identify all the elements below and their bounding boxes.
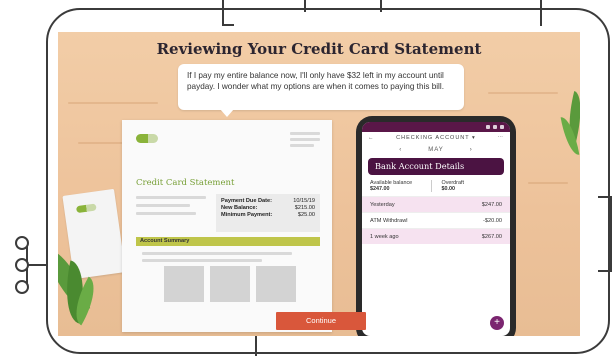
due-row: Payment Due Date: 10/15/19 <box>221 198 315 205</box>
address-line <box>290 132 320 135</box>
due-row: Minimum Payment: $25.00 <box>221 212 315 219</box>
text-line <box>136 204 190 207</box>
transaction-label: 1 week ago <box>370 233 399 240</box>
month-selector: ‹ MAY › <box>362 144 510 156</box>
app-bar: ← CHECKING ACCOUNT ▾ ⋯ <box>362 132 510 144</box>
balance-summary: Available balance $247.00 Overdraft $0.0… <box>362 175 510 196</box>
transaction-label: ATM Withdrawl <box>370 217 408 224</box>
wood-grain <box>528 182 568 184</box>
chevron-left-icon[interactable]: ‹ <box>399 147 402 153</box>
thought-bubble: If I pay my entire balance now, I'll onl… <box>178 64 464 117</box>
due-value: 10/15/19 <box>293 198 315 204</box>
frame-connector <box>255 336 257 356</box>
lesson-slide: Reviewing Your Credit Card Statement If … <box>58 32 580 336</box>
thumbnail-image <box>210 266 250 302</box>
more-menu-icon[interactable]: ⋯ <box>497 135 504 141</box>
text-line <box>136 196 206 199</box>
frame-connector <box>540 0 542 26</box>
frame-node <box>15 280 29 294</box>
wood-grain <box>68 102 158 104</box>
text-line <box>142 259 262 262</box>
due-label: New Balance: <box>221 205 258 212</box>
overdraft: Overdraft $0.00 <box>430 180 503 192</box>
address-line <box>290 144 314 147</box>
credit-card-statement: Credit Card Statement Payment Due Date: … <box>122 120 332 332</box>
due-row: New Balance: $215.00 <box>221 205 315 212</box>
transaction-amount: $247.00 <box>481 201 502 208</box>
transaction-amount: $267.00 <box>481 233 502 240</box>
frame-connector <box>222 0 224 26</box>
frame-node <box>15 236 29 250</box>
transaction-amount: -$20.00 <box>483 217 502 224</box>
transaction-label: Yesterday <box>370 201 395 208</box>
frame-connector <box>380 0 382 12</box>
overdraft-value: $0.00 <box>441 186 456 192</box>
frame-connector <box>222 24 234 26</box>
thumbnail-image <box>164 266 204 302</box>
frame-connector <box>598 270 612 272</box>
chevron-right-icon[interactable]: › <box>470 147 473 153</box>
transaction-row[interactable]: Yesterday $247.00 <box>362 196 510 212</box>
phone-mockup: ← CHECKING ACCOUNT ▾ ⋯ ‹ MAY › Bank Acco… <box>356 116 516 336</box>
due-label: Minimum Payment: <box>221 212 273 219</box>
transaction-row[interactable]: 1 week ago $267.00 <box>362 228 510 244</box>
text-line <box>136 212 196 215</box>
statement-title: Credit Card Statement <box>136 178 235 188</box>
thumbnail-image <box>256 266 296 302</box>
due-value: $25.00 <box>297 212 315 219</box>
pill-logo-icon <box>136 134 158 143</box>
frame-connector <box>28 264 48 266</box>
account-summary-bar: Account Summary <box>136 237 320 246</box>
available-balance: Available balance $247.00 <box>370 180 431 192</box>
status-bar <box>362 122 510 132</box>
wood-grain <box>488 92 558 94</box>
transaction-row[interactable]: ATM Withdrawl -$20.00 <box>362 212 510 228</box>
due-label: Payment Due Date: <box>221 198 272 204</box>
text-line <box>142 252 292 255</box>
wood-grain <box>78 142 128 144</box>
add-icon[interactable]: + <box>490 316 504 330</box>
payment-due-box: Payment Due Date: 10/15/19 New Balance: … <box>216 194 320 232</box>
frame-connector <box>304 0 306 12</box>
slide-title: Reviewing Your Credit Card Statement <box>156 40 482 58</box>
back-arrow-icon[interactable]: ← <box>368 135 375 141</box>
account-selector[interactable]: CHECKING ACCOUNT ▾ <box>396 135 476 141</box>
month-label: MAY <box>428 147 444 153</box>
due-value: $215.00 <box>294 205 315 212</box>
card-title: Bank Account Details <box>368 158 504 175</box>
pill-logo-icon <box>75 203 97 214</box>
frame-connector <box>610 196 612 272</box>
address-line <box>290 138 320 141</box>
continue-button[interactable]: Continue <box>276 312 366 330</box>
available-value: $247.00 <box>370 186 390 192</box>
phone-screen: ← CHECKING ACCOUNT ▾ ⋯ ‹ MAY › Bank Acco… <box>362 122 510 336</box>
frame-node <box>15 258 29 272</box>
